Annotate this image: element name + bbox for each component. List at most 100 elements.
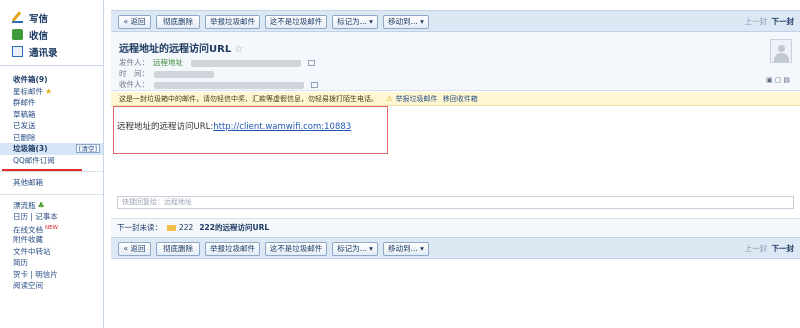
next-unread-label: 下一封未读： [117, 223, 162, 232]
sidebar-divider [0, 193, 103, 195]
sidebar-item-group[interactable]: 群邮件 [13, 97, 103, 109]
warning-icon: ⚠ [386, 95, 393, 103]
compose-link[interactable]: 写信 [12, 9, 103, 26]
contacts-label: 通讯录 [29, 47, 58, 59]
notice-report-link[interactable]: 举报垃圾邮件 [396, 95, 438, 103]
print-icon[interactable]: ▣ [766, 76, 775, 84]
spam-notice: 这是一封垃圾箱中的邮件，请勿轻信中奖、汇款等虚假信息，勿轻易拨打陌生电话。 ⚠ 举… [111, 92, 800, 106]
prev-mail-link[interactable]: 上一封 [745, 244, 768, 253]
new-badge: NEW [45, 224, 59, 231]
mail-navigation: 上一封 下一封 [745, 243, 794, 254]
not-spam-button[interactable]: 这不是垃圾邮件 [265, 15, 327, 29]
avatar-head [778, 45, 785, 52]
delete-forever-button[interactable]: 彻底删除 [156, 15, 200, 29]
sidebar-item-file-transfer[interactable]: 文件中转站 [13, 246, 103, 258]
sidebar-item-inbox[interactable]: 收件箱(9) [13, 74, 103, 86]
next-unread-bar: 下一封未读： 222 222的远程访问URL [111, 218, 800, 236]
calendar-link[interactable]: 日历 [13, 212, 28, 221]
spam-label: 垃圾箱(3) [13, 144, 48, 153]
sidebar-item-attachments[interactable]: 附件收藏 [13, 234, 103, 246]
postcards-link[interactable]: 明信片 [35, 270, 58, 279]
time-label: 时 间： [119, 69, 149, 78]
memo-link[interactable]: 记事本 [35, 212, 58, 221]
redacted-time [154, 70, 215, 78]
sidebar-item-online-docs[interactable]: 在线文档 NEW [13, 223, 103, 235]
notice-move-link[interactable]: 移回收件箱 [443, 95, 478, 103]
sidebar-item-spam[interactable]: 垃圾箱(3) [清空] [0, 143, 103, 155]
mail-body: 远程地址的远程访问URL:http://client.wamwifi.com:1… [117, 120, 351, 132]
star-icon: ★ [45, 86, 53, 96]
toolbar-top: « 返回 彻底删除 举报垃圾邮件 这不是垃圾邮件 标记为... ▾ 移动到...… [111, 10, 800, 32]
main-panel: « 返回 彻底删除 举报垃圾邮件 这不是垃圾邮件 标记为... ▾ 移动到...… [105, 0, 800, 328]
contacts-icon [12, 46, 23, 57]
sidebar-item-sent[interactable]: 已发送 [13, 120, 103, 132]
quick-reply-input[interactable]: 快捷回复给：远程地址 [117, 196, 794, 209]
redacted-recipient [154, 81, 305, 89]
compose-label: 写信 [29, 13, 49, 25]
inbox-icon [12, 29, 23, 40]
subject-text: 远程地址的远程访问URL [119, 44, 232, 55]
report-spam-button[interactable]: 举报垃圾邮件 [205, 242, 260, 256]
sidebar-item-other-mailbox[interactable]: 其他邮箱 [13, 177, 103, 189]
body-text: 远程地址的远程访问URL: [117, 122, 214, 132]
back-button[interactable]: « 返回 [118, 15, 151, 29]
sidebar-item-drafts[interactable]: 草稿箱 [13, 109, 103, 121]
star-outline-icon[interactable]: ☆ [234, 44, 243, 55]
move-to-dropdown[interactable]: 移动到... ▾ [383, 242, 429, 256]
mark-as-dropdown[interactable]: 标记为... ▾ [332, 242, 378, 256]
highlight-underline [2, 169, 82, 171]
address-card-icon[interactable] [307, 60, 315, 66]
sender-name[interactable]: 远程地址 [153, 58, 183, 67]
report-spam-button[interactable]: 举报垃圾邮件 [205, 15, 260, 29]
sidebar-item-cards: 贺卡 | 明信片 [13, 269, 58, 279]
toolbar-bottom: « 返回 彻底删除 举报垃圾邮件 这不是垃圾邮件 标记为... ▾ 移动到...… [111, 237, 800, 259]
from-row: 发件人： 远程地址 [119, 57, 315, 68]
not-spam-button[interactable]: 这不是垃圾邮件 [265, 242, 327, 256]
avatar-body [774, 53, 789, 62]
mark-as-dropdown[interactable]: 标记为... ▾ [332, 15, 378, 29]
to-label: 收件人： [119, 80, 149, 89]
next-mail-link[interactable]: 下一封 [772, 244, 795, 253]
sidebar-item-starred[interactable]: 星标邮件 ★ [13, 86, 103, 98]
bottle-label: 漂流瓶 [13, 200, 36, 210]
mail-navigation: 上一封 下一封 [745, 16, 794, 27]
compose-icon [12, 12, 23, 23]
starred-label: 星标邮件 [13, 86, 43, 96]
prev-mail-link[interactable]: 上一封 [745, 17, 768, 26]
expand-icon[interactable]: ▤ [783, 76, 792, 84]
sidebar-item-calendar-memo: 日历 | 记事本 [13, 212, 58, 221]
remote-access-link[interactable]: http://client.wamwifi.com:10883 [213, 122, 351, 132]
cards-link[interactable]: 贺卡 [13, 270, 28, 279]
sidebar-top: 写信 收信 通讯录 [0, 0, 103, 66]
folder-list: 收件箱(9) 星标邮件 ★ 群邮件 草稿箱 已发送 已删除 垃圾箱(3) [清空]… [0, 66, 103, 292]
next-mail-link[interactable]: 下一封 [772, 17, 795, 26]
sidebar: 写信 收信 通讯录 收件箱(9) 星标邮件 ★ 群邮件 草稿箱 已发送 已删除 垃… [0, 0, 104, 328]
bottle-icon: ♣ [37, 200, 45, 210]
mail-subject: 远程地址的远程访问URL ☆ [119, 40, 243, 55]
contacts-link[interactable]: 通讯录 [12, 43, 103, 60]
address-card-icon[interactable] [310, 82, 318, 88]
sidebar-item-resume[interactable]: 简历 [13, 257, 103, 269]
mail-header: 远程地址的远程访问URL ☆ 发件人： 远程地址 时 间： 收件人： ▣▢▤ [111, 32, 800, 91]
next-unread-sender[interactable]: 222 [179, 223, 193, 232]
to-row: 收件人： [119, 79, 318, 90]
clear-spam-button[interactable]: [清空] [75, 144, 100, 153]
inbox-label: 收信 [29, 30, 49, 42]
notice-text: 这是一封垃圾箱中的邮件，请勿轻信中奖、汇款等虚假信息，勿轻易拨打陌生电话。 [119, 95, 378, 103]
inbox-link[interactable]: 收信 [12, 26, 103, 43]
move-to-dropdown[interactable]: 移动到... ▾ [383, 15, 429, 29]
sidebar-divider [0, 171, 103, 172]
sidebar-item-subscriptions[interactable]: QQ邮件订阅 [13, 155, 103, 167]
sidebar-item-deleted[interactable]: 已删除 [13, 132, 103, 144]
header-actions: ▣▢▤ [766, 76, 792, 84]
sidebar-item-reading[interactable]: 阅读空间 [13, 280, 103, 292]
back-button[interactable]: « 返回 [118, 242, 151, 256]
from-label: 发件人： [119, 58, 149, 67]
sidebar-item-bottle[interactable]: 漂流瓶 ♣ [13, 200, 103, 212]
time-row: 时 间： [119, 68, 215, 79]
online-docs-label: 在线文档 [13, 225, 43, 234]
next-unread-subject[interactable]: 222的远程访问URL [199, 223, 269, 232]
delete-forever-button[interactable]: 彻底删除 [156, 242, 200, 256]
redacted-address [191, 59, 302, 67]
envelope-icon [167, 225, 176, 231]
